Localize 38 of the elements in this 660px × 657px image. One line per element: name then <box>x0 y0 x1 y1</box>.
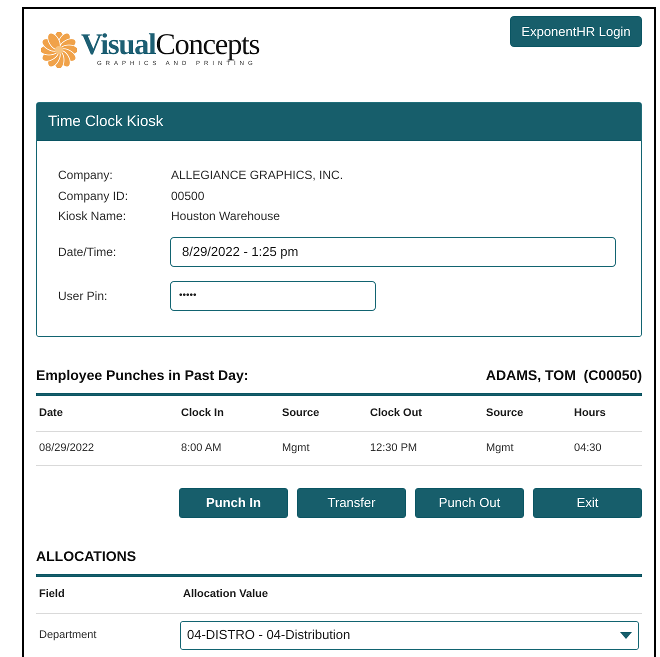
table-cell: 08/29/2022 <box>39 442 94 454</box>
info-label: Company: <box>58 167 114 184</box>
pin-field[interactable]: ••••• <box>170 280 376 310</box>
info-label: Company ID: <box>58 188 130 205</box>
section-title: ALLOCATIONS <box>36 548 136 564</box>
allocation-dropdown[interactable]: 04-DISTRO - 04-Distribution <box>180 620 639 650</box>
action-button[interactable]: Exit <box>533 488 642 518</box>
field-name: Department <box>38 628 98 643</box>
field-label: Date/Time: <box>58 244 118 260</box>
column-header: Allocation Value <box>183 588 268 600</box>
login-button[interactable]: ExponentHR Login <box>510 16 642 47</box>
column-header: Source <box>486 406 524 419</box>
column-header: Field <box>39 588 65 600</box>
caret-icon <box>620 632 632 638</box>
card-title: Time Clock Kiosk <box>37 103 641 141</box>
logo-wordmark: VisualConcepts <box>81 30 260 60</box>
action-button[interactable]: Punch In <box>179 488 288 518</box>
table-cell: Mgmt <box>486 442 514 454</box>
field-label: User Pin: <box>58 288 108 304</box>
column-header: Source <box>282 406 320 419</box>
info-value: 00500 <box>171 188 204 205</box>
info-label: Kiosk Name: <box>58 208 128 226</box>
table-cell: 12:30 PM <box>370 442 418 454</box>
table-cell: 8:00 AM <box>181 442 222 454</box>
column-header: Clock In <box>181 406 224 419</box>
column-header: Date <box>39 406 63 419</box>
column-header: Clock Out <box>370 406 422 419</box>
date-time-field[interactable]: 8/29/2022 - 1:25 pm <box>170 236 616 266</box>
section-title: Employee Punches in Past Day: <box>36 366 248 385</box>
action-button[interactable]: Transfer <box>297 488 406 518</box>
column-header: Hours <box>574 406 606 419</box>
flower-logo-icon <box>41 32 77 68</box>
info-value: Houston Warehouse <box>171 208 280 226</box>
table-cell: 04:30 <box>574 442 602 454</box>
info-value: ALLEGIANCE GRAPHICS, INC. <box>171 167 344 184</box>
employee-name: ADAMS, TOM (C00050) <box>486 366 642 385</box>
action-button[interactable]: Punch Out <box>415 488 524 518</box>
table-cell: Mgmt <box>282 442 310 454</box>
